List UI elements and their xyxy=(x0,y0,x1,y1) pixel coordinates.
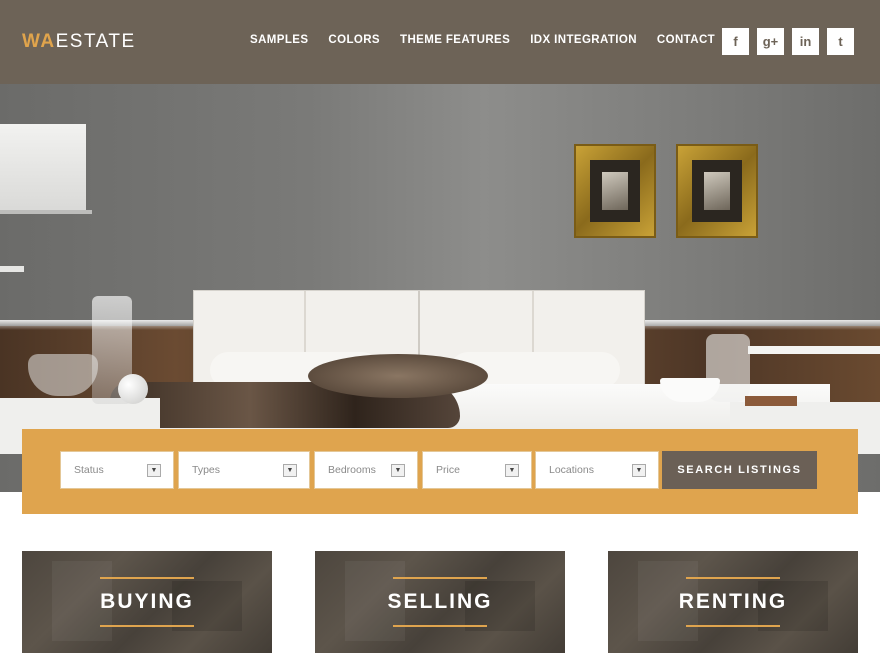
card-divider xyxy=(393,625,487,627)
card-title: RENTING xyxy=(678,590,788,613)
card-divider xyxy=(100,577,194,579)
price-select-label: Price xyxy=(436,464,460,476)
chevron-down-icon: ▼ xyxy=(391,464,405,477)
small-shelf xyxy=(0,266,24,272)
twitter-icon[interactable]: t xyxy=(827,28,854,55)
chevron-down-icon: ▼ xyxy=(505,464,519,477)
card-divider xyxy=(100,625,194,627)
card-buying[interactable]: BUYING xyxy=(22,551,272,653)
card-title: SELLING xyxy=(387,590,493,613)
status-select[interactable]: Status ▼ xyxy=(60,451,174,489)
logo-text: ESTATE xyxy=(55,31,136,52)
types-select-label: Types xyxy=(192,464,221,476)
main-nav: SAMPLES COLORS THEME FEATURES IDX INTEGR… xyxy=(250,34,735,46)
card-divider xyxy=(686,625,780,627)
listing-search-bar: Status ▼ Types ▼ Bedrooms ▼ Price ▼ Loca… xyxy=(22,429,858,514)
nav-idx-integration[interactable]: IDX INTEGRATION xyxy=(530,34,637,46)
social-links: f g+ in t xyxy=(714,28,854,55)
locations-select-label: Locations xyxy=(549,464,594,476)
picture-frame-right xyxy=(676,144,758,238)
nav-colors[interactable]: COLORS xyxy=(328,34,380,46)
card-renting[interactable]: RENTING xyxy=(608,551,858,653)
picture-frame-left xyxy=(574,144,656,238)
google-plus-icon[interactable]: g+ xyxy=(757,28,784,55)
card-divider xyxy=(393,577,487,579)
facebook-icon[interactable]: f xyxy=(722,28,749,55)
chevron-down-icon: ▼ xyxy=(632,464,646,477)
search-listings-button[interactable]: SEARCH LISTINGS xyxy=(662,451,817,489)
chevron-down-icon: ▼ xyxy=(147,464,161,477)
card-divider xyxy=(686,577,780,579)
site-header: WAESTATE SAMPLES COLORS THEME FEATURES I… xyxy=(0,0,880,84)
status-select-label: Status xyxy=(74,464,104,476)
wall-cabinet xyxy=(0,124,86,212)
card-title: BUYING xyxy=(100,590,194,613)
fur-pillow xyxy=(308,354,488,398)
nav-theme-features[interactable]: THEME FEATURES xyxy=(400,34,510,46)
wall-shelf xyxy=(0,210,92,214)
price-select[interactable]: Price ▼ xyxy=(422,451,532,489)
nav-contact[interactable]: CONTACT xyxy=(657,34,715,46)
right-shelf xyxy=(748,346,880,354)
chevron-down-icon: ▼ xyxy=(283,464,297,477)
nav-samples[interactable]: SAMPLES xyxy=(250,34,308,46)
locations-select[interactable]: Locations ▼ xyxy=(535,451,659,489)
logo-accent: WA xyxy=(22,31,56,52)
site-logo[interactable]: WAESTATE xyxy=(22,31,136,53)
bedrooms-select[interactable]: Bedrooms ▼ xyxy=(314,451,418,489)
card-selling[interactable]: SELLING xyxy=(315,551,565,653)
linkedin-icon[interactable]: in xyxy=(792,28,819,55)
books xyxy=(745,396,797,406)
glass-sphere xyxy=(118,374,148,404)
types-select[interactable]: Types ▼ xyxy=(178,451,310,489)
bedrooms-select-label: Bedrooms xyxy=(328,464,376,476)
